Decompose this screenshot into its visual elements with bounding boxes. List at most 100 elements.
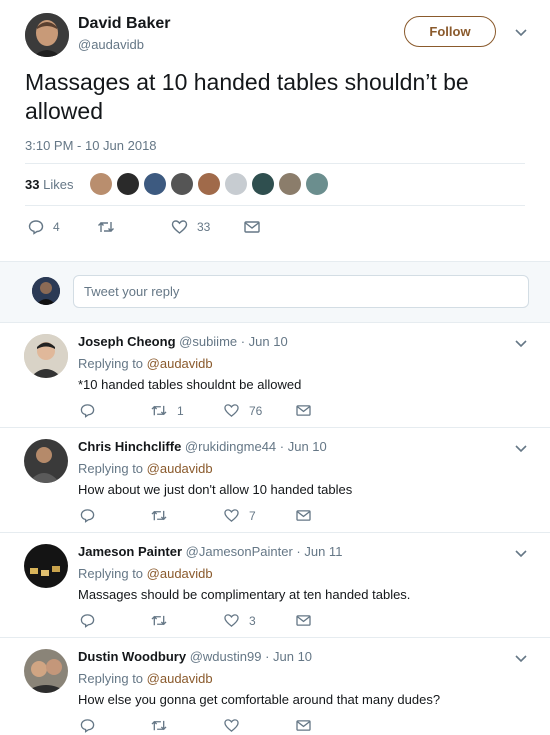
like-count: 76 (249, 403, 263, 418)
replying-to-link[interactable]: @audavidb (147, 566, 213, 581)
liker-avatar[interactable] (90, 173, 112, 195)
reply-author-meta[interactable]: @rukidingme44 · Jun 10 (185, 439, 327, 454)
reply-icon (80, 718, 95, 733)
like-action[interactable]: 76 (223, 403, 262, 418)
reply-item[interactable]: Dustin Woodbury @wdustin99 · Jun 10 Repl… (0, 638, 550, 735)
likes-number: 33 (25, 177, 40, 192)
reply-action[interactable] (80, 718, 95, 733)
reply-author-name[interactable]: Jameson Painter (78, 544, 182, 559)
retweet-icon (150, 403, 168, 418)
message-action[interactable] (296, 614, 311, 627)
tweet-timestamp[interactable]: 3:10 PM - 10 Jun 2018 (25, 138, 157, 153)
reply-author-name[interactable]: Joseph Cheong (78, 334, 176, 349)
reply-input-placeholder: Tweet your reply (84, 284, 180, 299)
reply-item[interactable]: Chris Hinchcliffe @rukidingme44 · Jun 10… (0, 428, 550, 533)
reply-action[interactable] (80, 613, 95, 628)
replying-to-label: Replying to (78, 461, 144, 476)
replying-to-link[interactable]: @audavidb (147, 461, 213, 476)
reply-icon (80, 403, 95, 418)
reply-avatar[interactable] (24, 334, 68, 378)
reply-avatar[interactable] (24, 649, 68, 693)
current-user-avatar[interactable] (32, 277, 60, 305)
retweet-action[interactable] (150, 613, 177, 628)
replying-to-label: Replying to (78, 356, 144, 371)
reply-avatar[interactable] (24, 439, 68, 483)
message-action[interactable] (296, 404, 311, 417)
reply-text: Massages should be complimentary at ten … (78, 587, 411, 602)
envelope-icon (244, 220, 260, 234)
liker-avatar[interactable] (225, 173, 247, 195)
divider (25, 205, 525, 206)
reply-count: 4 (53, 220, 60, 234)
reply-item[interactable]: Joseph Cheong @subiime · Jun 10 Replying… (0, 323, 550, 428)
author-handle[interactable]: @audavidb (78, 37, 144, 52)
chevron-down-icon[interactable] (515, 655, 527, 663)
reply-author-meta[interactable]: @wdustin99 · Jun 10 (190, 649, 312, 664)
reply-author-name[interactable]: Dustin Woodbury (78, 649, 186, 664)
retweet-action[interactable] (150, 718, 177, 733)
retweet-action[interactable]: 1 (150, 403, 184, 418)
liker-avatar[interactable] (117, 173, 139, 195)
heart-icon (171, 219, 188, 235)
reply-avatar[interactable] (24, 544, 68, 588)
retweet-icon (150, 718, 168, 733)
like-action[interactable]: 3 (223, 613, 256, 628)
liker-avatar[interactable] (198, 173, 220, 195)
message-action[interactable] (296, 719, 311, 732)
reply-author-meta[interactable]: @JamesonPainter · Jun 11 (186, 544, 343, 559)
replying-to-link[interactable]: @audavidb (147, 356, 213, 371)
reply-item[interactable]: Jameson Painter @JamesonPainter · Jun 11… (0, 533, 550, 638)
retweet-action[interactable] (150, 508, 177, 523)
chevron-down-icon[interactable] (515, 340, 527, 348)
replying-to-link[interactable]: @audavidb (147, 671, 213, 686)
reply-action[interactable] (80, 403, 95, 418)
retweet-action[interactable] (97, 219, 124, 235)
liker-avatar[interactable] (279, 173, 301, 195)
like-count: 33 (197, 220, 211, 234)
message-action[interactable] (244, 220, 260, 234)
follow-button-label: Follow (429, 24, 471, 39)
divider (25, 163, 525, 164)
replying-to-label: Replying to (78, 671, 144, 686)
like-action[interactable]: 7 (223, 508, 256, 523)
heart-icon (223, 403, 240, 418)
reply-action[interactable] (80, 508, 95, 523)
reply-input[interactable]: Tweet your reply (73, 275, 529, 308)
liker-avatars (90, 173, 328, 195)
tweet-text: Massages at 10 handed tables shouldn’t b… (25, 69, 469, 124)
reply-text: How about we just don't allow 10 handed … (78, 482, 353, 497)
reply-icon (80, 613, 95, 628)
like-count: 7 (249, 508, 256, 523)
retweet-count: 1 (177, 403, 184, 418)
liker-avatar[interactable] (306, 173, 328, 195)
envelope-icon (296, 509, 311, 522)
chevron-down-icon[interactable] (515, 445, 527, 453)
replying-to-label: Replying to (78, 566, 144, 581)
message-action[interactable] (296, 509, 311, 522)
liker-avatar[interactable] (144, 173, 166, 195)
heart-icon (223, 613, 240, 628)
follow-button[interactable]: Follow (404, 16, 496, 47)
reply-compose-section: Tweet your reply (0, 261, 550, 323)
reply-text: How else you gonna get comfortable aroun… (78, 692, 441, 707)
author-name[interactable]: David Baker (78, 15, 171, 33)
likes-label: Likes (43, 177, 74, 192)
likes-count[interactable]: 33 Likes (25, 177, 73, 192)
chevron-down-icon[interactable] (515, 550, 527, 558)
like-action[interactable]: 33 (171, 219, 210, 235)
liker-avatar[interactable] (171, 173, 193, 195)
reply-icon (28, 219, 44, 235)
reply-action[interactable]: 4 (28, 219, 60, 235)
retweet-icon (150, 508, 168, 523)
like-action[interactable] (223, 718, 249, 733)
envelope-icon (296, 404, 311, 417)
retweet-icon (150, 613, 168, 628)
reply-author-name[interactable]: Chris Hinchcliffe (78, 439, 181, 454)
liker-avatar[interactable] (252, 173, 274, 195)
chevron-down-icon[interactable] (515, 29, 527, 37)
reply-author-meta[interactable]: @subiime · Jun 10 (179, 334, 288, 349)
heart-icon (223, 718, 240, 733)
author-avatar[interactable] (25, 13, 69, 57)
envelope-icon (296, 719, 311, 732)
reply-text: *10 handed tables shouldnt be allowed (78, 377, 302, 392)
